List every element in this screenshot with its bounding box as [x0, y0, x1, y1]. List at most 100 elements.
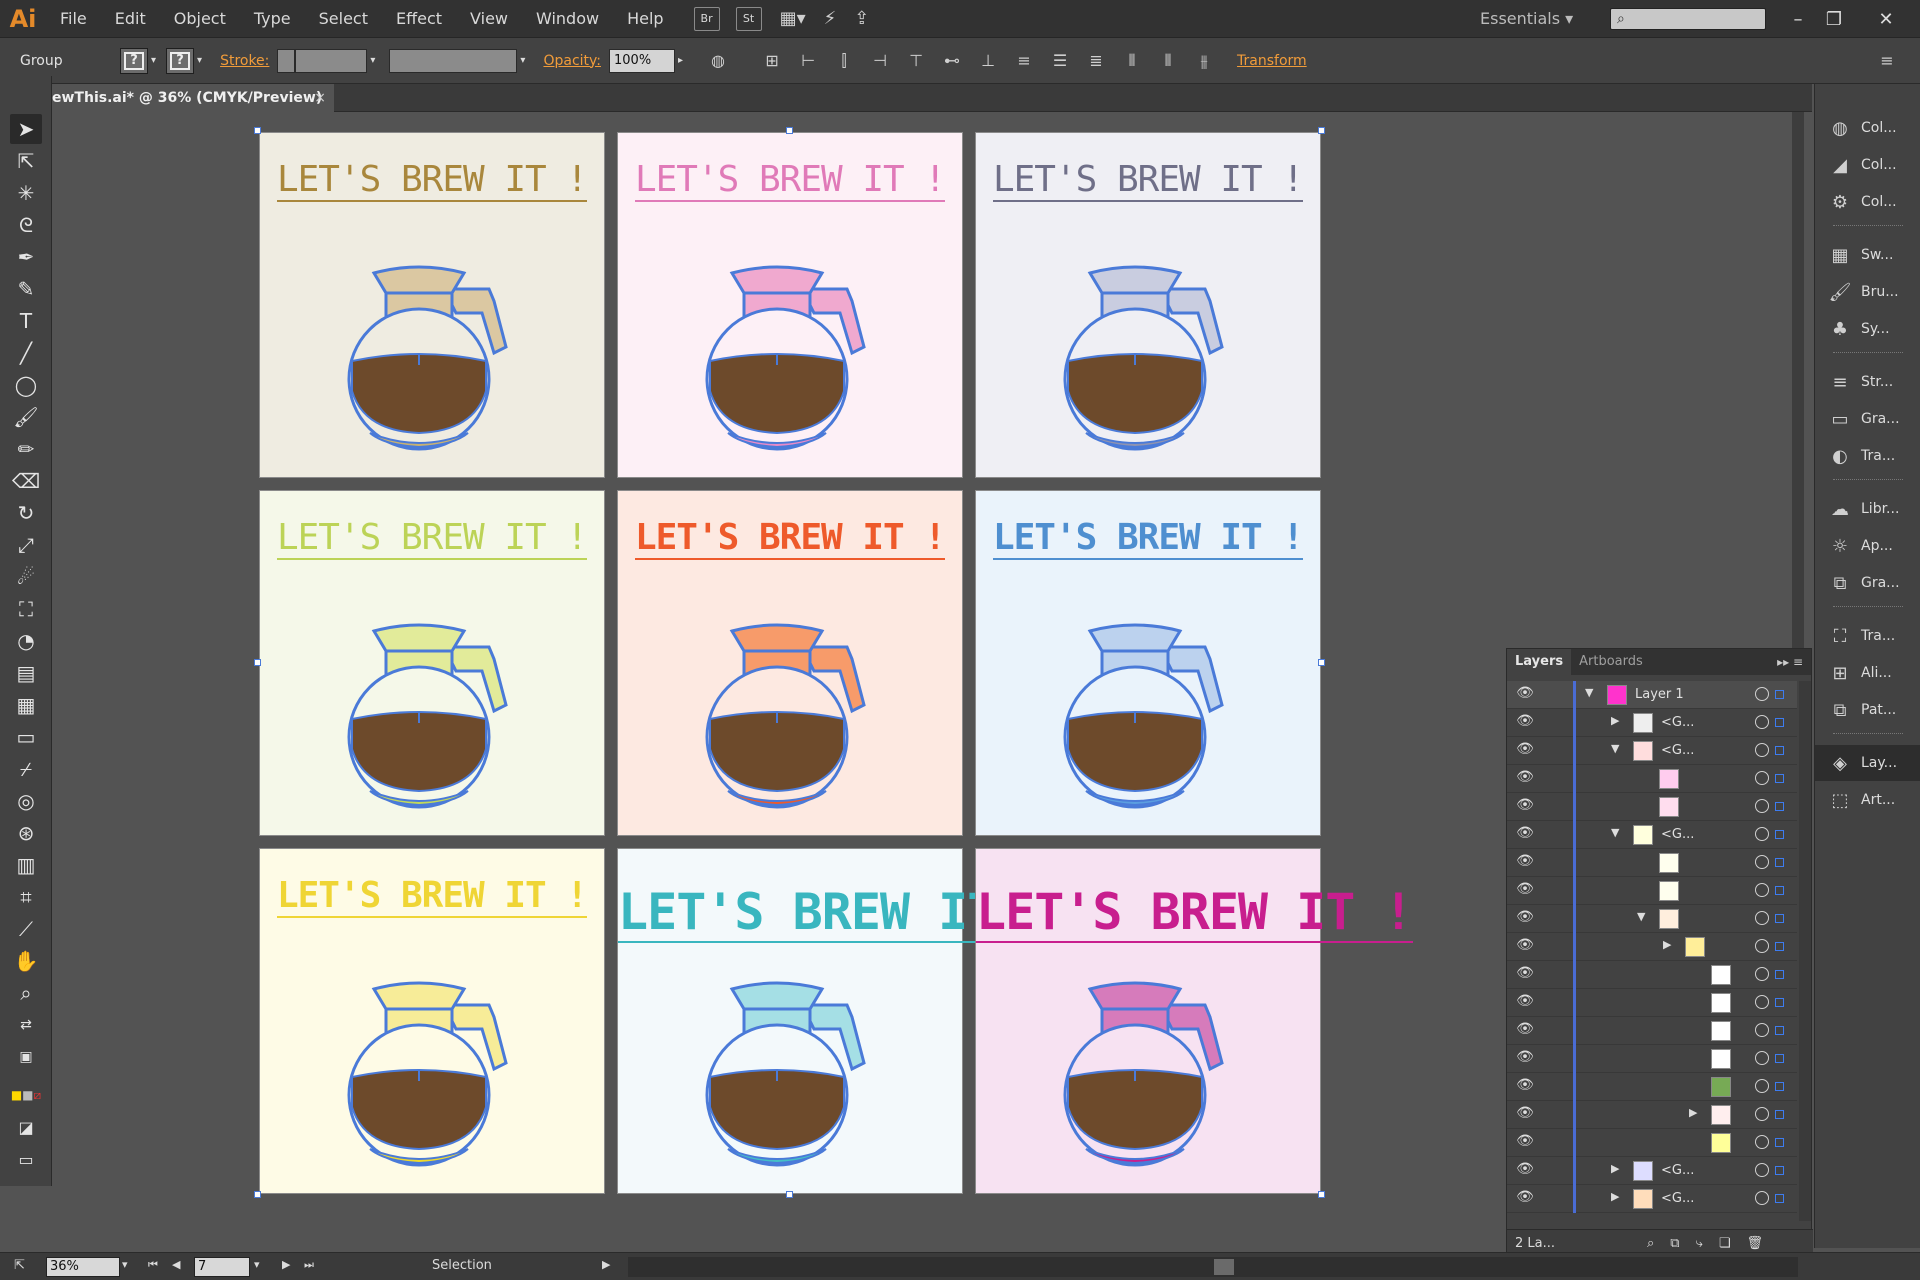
- artboard-7[interactable]: LET'S BREW IT !: [259, 848, 605, 1194]
- selection-indicator[interactable]: [1775, 914, 1784, 923]
- screen-mode-icon[interactable]: ▭: [10, 1144, 42, 1174]
- target-circle-icon[interactable]: [1755, 715, 1769, 729]
- layer-row[interactable]: 👁 ▼ <G...: [1507, 737, 1797, 765]
- visibility-eye-icon[interactable]: 👁: [1515, 769, 1535, 789]
- gpu-performance-icon[interactable]: ⚡: [824, 8, 837, 29]
- layer-row[interactable]: 👁: [1507, 765, 1797, 793]
- magic-wand-tool-icon[interactable]: ✳: [10, 178, 42, 208]
- collapsed-chevron-icon[interactable]: ▶: [1689, 1106, 1697, 1119]
- layer-row[interactable]: 👁 ▶ <G...: [1507, 709, 1797, 737]
- delete-layer-icon[interactable]: 🗑: [1747, 1236, 1764, 1251]
- dock-item-17[interactable]: ⬚ Art...: [1815, 782, 1920, 818]
- dock-item-5[interactable]: 🖌 Bru...: [1815, 274, 1920, 310]
- selection-handle[interactable]: [786, 1191, 793, 1198]
- mesh-tool-icon[interactable]: ▦: [10, 690, 42, 720]
- eraser-tool-icon[interactable]: ⌫: [10, 466, 42, 496]
- locate-object-icon[interactable]: ⌕: [1647, 1236, 1654, 1251]
- menu-type[interactable]: Type: [240, 0, 305, 38]
- ellipse-tool-icon[interactable]: ◯: [10, 370, 42, 400]
- selection-indicator[interactable]: [1775, 774, 1784, 783]
- artboard-6[interactable]: LET'S BREW IT !: [975, 490, 1321, 836]
- menu-window[interactable]: Window: [522, 0, 613, 38]
- dock-item-15[interactable]: ⧉ Pat...: [1815, 692, 1920, 728]
- close-icon[interactable]: ✕: [1868, 0, 1904, 38]
- dock-item-14[interactable]: ⊞ Ali...: [1815, 655, 1920, 691]
- minimize-icon[interactable]: –: [1780, 0, 1816, 38]
- opacity-dropdown-icon[interactable]: ▸: [678, 55, 683, 66]
- selection-handle[interactable]: [254, 127, 261, 134]
- dock-item-6[interactable]: ♣ Sy...: [1815, 311, 1920, 347]
- align-to-icon[interactable]: ⊞: [761, 50, 783, 72]
- shape-builder-tool-icon[interactable]: ◔: [10, 626, 42, 656]
- fill-stroke-swatch-icon[interactable]: ▣: [10, 1042, 42, 1072]
- target-circle-icon[interactable]: [1755, 743, 1769, 757]
- artboard-3[interactable]: LET'S BREW IT !: [975, 132, 1321, 478]
- recolor-artwork-icon[interactable]: ◍: [707, 50, 729, 72]
- panel-menu-icon[interactable]: ≡: [1876, 50, 1898, 72]
- artboard-4[interactable]: LET'S BREW IT !: [259, 490, 605, 836]
- dock-item-3[interactable]: ⚙ Col...: [1815, 184, 1920, 220]
- align-right-icon[interactable]: ⊣: [869, 50, 891, 72]
- menu-effect[interactable]: Effect: [382, 0, 456, 38]
- dock-item-8[interactable]: ▭ Gra...: [1815, 401, 1920, 437]
- artboard-9[interactable]: LET'S BREW IT !: [975, 848, 1414, 1194]
- stroke-weight-input[interactable]: [295, 48, 368, 73]
- layer-row[interactable]: 👁: [1507, 989, 1797, 1017]
- share-icon[interactable]: ⇱: [14, 1258, 25, 1273]
- target-circle-icon[interactable]: [1755, 1135, 1769, 1149]
- dock-item-1[interactable]: ◍ Col...: [1815, 110, 1920, 146]
- collapsed-chevron-icon[interactable]: ▶: [1611, 1162, 1619, 1175]
- artboard-2[interactable]: LET'S BREW IT !: [617, 132, 963, 478]
- last-artboard-icon[interactable]: ⏭: [304, 1258, 314, 1272]
- visibility-eye-icon[interactable]: 👁: [1515, 937, 1535, 957]
- distribute-left-icon[interactable]: ⫴: [1121, 50, 1143, 72]
- layers-scrollbar[interactable]: [1799, 681, 1811, 1221]
- menu-help[interactable]: Help: [613, 0, 677, 38]
- selection-tool-icon[interactable]: ➤: [10, 114, 42, 144]
- target-circle-icon[interactable]: [1755, 1107, 1769, 1121]
- selection-indicator[interactable]: [1775, 802, 1784, 811]
- artboard-8[interactable]: LET'S BREW IT !: [617, 848, 1056, 1194]
- gradient-tool-icon[interactable]: ▭: [10, 722, 42, 752]
- selection-handle[interactable]: [254, 659, 261, 666]
- zoom-tool-icon[interactable]: ⌕: [10, 978, 42, 1008]
- artboard-dropdown-icon[interactable]: ▾: [254, 1258, 260, 1271]
- previous-artboard-icon[interactable]: ◀: [172, 1258, 180, 1271]
- layer-row[interactable]: 👁 ▶: [1507, 1101, 1797, 1129]
- dock-item-12[interactable]: ⧉ Gra...: [1815, 565, 1920, 601]
- status-menu-icon[interactable]: ▶: [602, 1258, 610, 1271]
- restore-icon[interactable]: ❐: [1816, 0, 1852, 38]
- target-circle-icon[interactable]: [1755, 687, 1769, 701]
- lasso-tool-icon[interactable]: ᘓ: [10, 210, 42, 240]
- workspace-switcher[interactable]: Essentials ▾: [1480, 0, 1573, 38]
- layer-row[interactable]: 👁: [1507, 1129, 1797, 1157]
- swap-fill-stroke-icon[interactable]: ⇄: [10, 1010, 42, 1040]
- selection-indicator[interactable]: [1775, 942, 1784, 951]
- align-top-icon[interactable]: ⊤: [905, 50, 927, 72]
- column-graph-tool-icon[interactable]: ▥: [10, 850, 42, 880]
- color-mode-icons[interactable]: ■ ■ ⧄: [10, 1080, 42, 1110]
- dock-item-10[interactable]: ☁ Libr...: [1815, 491, 1920, 527]
- target-circle-icon[interactable]: [1755, 1079, 1769, 1093]
- menu-object[interactable]: Object: [160, 0, 240, 38]
- layer-row[interactable]: 👁: [1507, 1073, 1797, 1101]
- visibility-eye-icon[interactable]: 👁: [1515, 825, 1535, 845]
- layer-row[interactable]: 👁: [1507, 849, 1797, 877]
- stroke-dropdown-icon[interactable]: ▾: [197, 55, 202, 66]
- layer-row[interactable]: 👁 ▼ Layer 1: [1507, 681, 1797, 709]
- selection-indicator[interactable]: [1775, 1166, 1784, 1175]
- stroke-swatch[interactable]: ?: [166, 47, 195, 74]
- target-circle-icon[interactable]: [1755, 1163, 1769, 1177]
- target-circle-icon[interactable]: [1755, 967, 1769, 981]
- selection-indicator[interactable]: [1775, 1110, 1784, 1119]
- pencil-tool-icon[interactable]: ✏: [10, 434, 42, 464]
- visibility-eye-icon[interactable]: 👁: [1515, 965, 1535, 985]
- dock-item-2[interactable]: ◢ Col...: [1815, 147, 1920, 183]
- selection-indicator[interactable]: [1775, 690, 1784, 699]
- align-bottom-icon[interactable]: ⊥: [977, 50, 999, 72]
- target-circle-icon[interactable]: [1755, 799, 1769, 813]
- visibility-eye-icon[interactable]: 👁: [1515, 881, 1535, 901]
- dock-item-4[interactable]: ▦ Sw...: [1815, 237, 1920, 273]
- search-input[interactable]: ⌕: [1610, 8, 1766, 30]
- layer-row[interactable]: 👁: [1507, 793, 1797, 821]
